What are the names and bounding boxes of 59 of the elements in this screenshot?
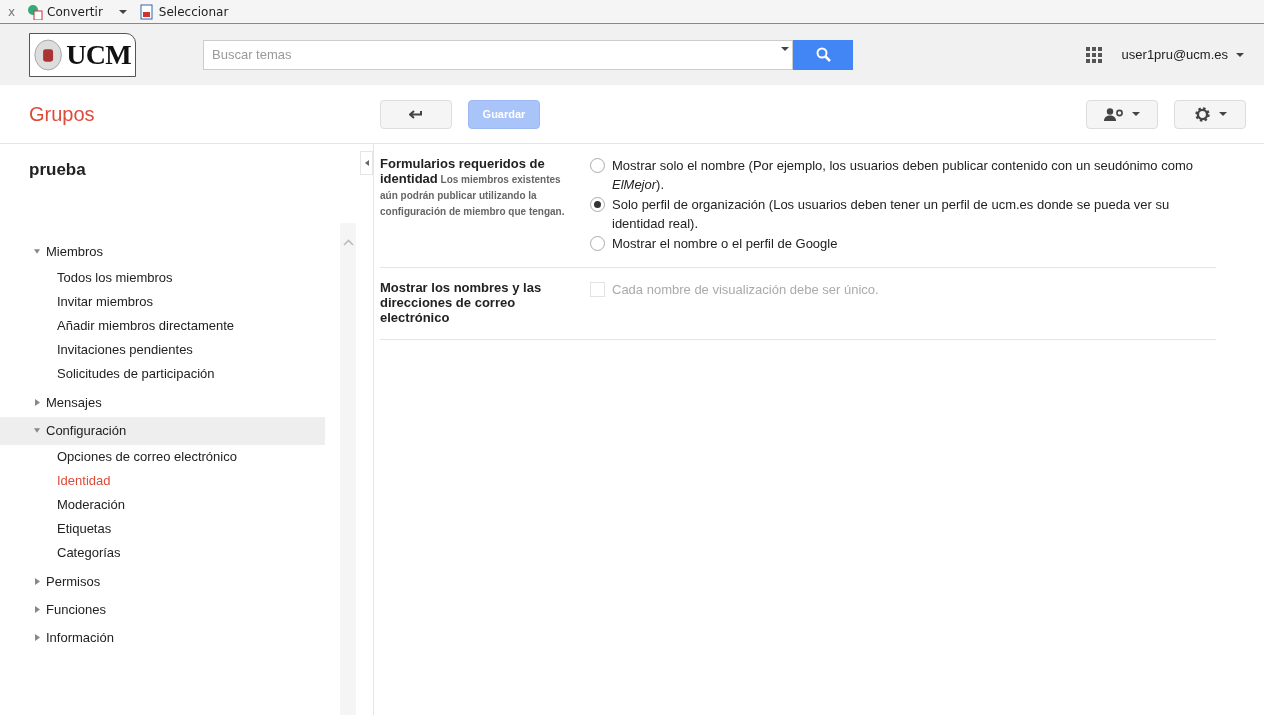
dropdown-caret-icon — [1236, 52, 1244, 57]
radio-label: Mostrar solo el nombre (Por ejemplo, los usuarios deben publicar contenido con un seudónimo como ElMejor). — [612, 157, 1194, 194]
dropdown-caret-icon — [781, 46, 789, 51]
nav-item[interactable]: Categorías — [0, 540, 340, 565]
nav-item[interactable]: Añadir miembros directamente — [0, 313, 340, 338]
nav-item[interactable]: Etiquetas — [0, 516, 340, 541]
account-menu[interactable]: user1pru@ucm.es — [1121, 44, 1244, 65]
collapse-caret-icon — [34, 578, 40, 585]
nav-item[interactable]: Opciones de correo electrónico — [0, 444, 340, 469]
university-logo[interactable]: UCM — [29, 32, 136, 77]
scroll-up-icon — [342, 239, 354, 246]
nav-item[interactable]: Todos los miembros — [0, 265, 340, 290]
collapse-sidebar-button[interactable] — [360, 151, 373, 175]
toolbar-button[interactable]: Seleccionar — [138, 2, 229, 21]
apps-grid-icon[interactable] — [1085, 46, 1102, 63]
radio-button[interactable] — [590, 236, 605, 251]
nav-item[interactable]: Moderación — [0, 492, 340, 517]
search-field[interactable]: Buscar temas — [203, 39, 793, 70]
globe-document-icon — [27, 3, 44, 20]
scrollbar-track[interactable] — [340, 223, 356, 715]
nav-item[interactable]: Invitar miembros — [0, 289, 340, 314]
dropdown-caret-icon — [1218, 112, 1227, 116]
search-icon — [815, 47, 831, 62]
collapse-arrow-icon — [364, 160, 369, 166]
nav-section[interactable]: Configuración — [0, 416, 325, 445]
nav-section[interactable]: Mensajes — [0, 388, 325, 417]
search-button[interactable] — [793, 39, 853, 70]
nav-item[interactable]: Identidad — [0, 468, 340, 493]
expand-caret-icon — [34, 428, 40, 433]
menu-caret-icon[interactable] — [118, 9, 127, 14]
close-button[interactable]: x — [8, 2, 16, 21]
member-settings-button[interactable] — [1086, 99, 1158, 129]
dropdown-caret-icon — [1132, 112, 1140, 116]
radio-button[interactable] — [590, 158, 605, 173]
collapse-caret-icon — [34, 634, 40, 641]
radio-label: Solo perfil de organización (Los usuarios deben tener un perfil de ucm.es donde se pueda ver su identidad real). — [612, 196, 1171, 233]
setting-label: Mostrar los nombres y las direcciones de correo electrónico — [380, 280, 543, 325]
radio-button[interactable] — [590, 197, 605, 212]
collapse-caret-icon — [34, 399, 40, 406]
nav-section[interactable]: Miembros — [0, 237, 325, 266]
settings-icon — [1193, 105, 1211, 123]
settings-button[interactable] — [1174, 99, 1246, 129]
back-button[interactable] — [380, 99, 452, 129]
nav-section[interactable]: Permisos — [0, 567, 325, 596]
checkbox-label: Cada nombre de visualización debe ser único. — [612, 281, 879, 299]
document-icon — [138, 3, 155, 20]
toolbar-button[interactable]: Convertir — [27, 2, 103, 21]
radio-label: Mostrar el nombre o el perfil de Google — [612, 235, 839, 253]
setting-label: Formularios requeridos de identidad Los miembros existentes aún podrán publicar utilizando la configuración de miembro que tengan. — [380, 156, 566, 219]
nav-section[interactable]: Funciones — [0, 595, 325, 624]
group-name: prueba — [29, 159, 87, 181]
app-title[interactable]: Grupos — [29, 99, 380, 129]
back-arrow-icon — [409, 109, 423, 119]
expand-caret-icon — [34, 249, 40, 254]
nav-item[interactable]: Solicitudes de participación — [0, 361, 340, 386]
nav-item[interactable]: Invitaciones pendientes — [0, 337, 340, 362]
person-gear-icon — [1104, 107, 1124, 121]
collapse-caret-icon — [34, 606, 40, 613]
nav-section[interactable]: Información — [0, 623, 325, 652]
